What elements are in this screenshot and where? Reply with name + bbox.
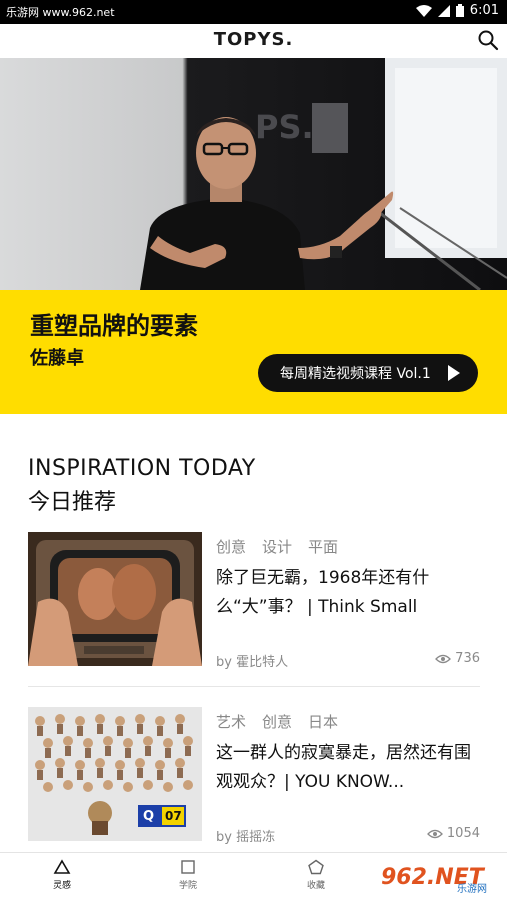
- watermark-logo: 962.NET 乐游网: [375, 860, 501, 895]
- banner-speaker: 佐藤卓: [30, 348, 84, 369]
- app-header: TOPYS.: [0, 24, 507, 58]
- square-icon: [181, 860, 195, 874]
- status-bar: 乐游网 www.962.net 6:01: [0, 0, 507, 24]
- article-tags: 艺术 创意 日本: [216, 711, 338, 732]
- article-badge-number: 07: [165, 809, 182, 823]
- nav-item-academy[interactable]: 学院: [158, 859, 218, 891]
- article-title[interactable]: 这一群人的寂寞暴走，居然还有围观观众？| YOU KNOW...: [216, 739, 478, 797]
- section-title-en: INSPIRATION TODAY: [28, 456, 256, 481]
- featured-banner[interactable]: PS. 重塑品牌的要素 佐藤卓 每周精选视频课程 Vol.1: [0, 58, 507, 414]
- status-icons: 6:01: [415, 3, 499, 18]
- article-tag[interactable]: 日本: [308, 711, 338, 732]
- nav-item-inspiration[interactable]: 灵感: [32, 859, 92, 891]
- weekly-course-label: 每周精选视频课程 Vol.1: [280, 366, 431, 382]
- search-icon[interactable]: [477, 29, 499, 51]
- play-icon: [448, 365, 460, 381]
- wifi-icon: [415, 4, 432, 17]
- article-views: 1054: [426, 826, 480, 841]
- article-views: 736: [435, 651, 480, 666]
- article-tag[interactable]: 艺术: [216, 711, 246, 732]
- status-time: 6:01: [469, 3, 499, 18]
- battery-icon: [455, 4, 464, 17]
- status-watermark: 乐游网 www.962.net: [6, 6, 115, 19]
- weekly-course-button[interactable]: 每周精选视频课程 Vol.1: [258, 354, 478, 392]
- article-card[interactable]: Q 07 艺术 创意 日本 这一群人的寂寞暴走，居然还有围观观众？| YOU K…: [28, 707, 480, 847]
- pentagon-icon: [308, 859, 324, 875]
- article-tag[interactable]: 设计: [262, 536, 292, 557]
- nav-label: 学院: [178, 881, 197, 891]
- signal-icon: [437, 4, 450, 17]
- article-badge-letter: Q: [143, 809, 155, 824]
- article-tag[interactable]: 平面: [308, 536, 338, 557]
- article-thumbnail: [28, 532, 202, 666]
- article-card[interactable]: 创意 设计 平面 除了巨无霸，1968年还有什么“大”事？ | Think Sm…: [28, 532, 480, 672]
- article-view-count: 1054: [446, 826, 480, 841]
- eye-icon: [426, 829, 443, 838]
- article-author[interactable]: by 霍比特人: [216, 651, 288, 670]
- nav-label: 收藏: [306, 881, 325, 891]
- nav-item-favorites[interactable]: 收藏: [286, 859, 346, 891]
- nav-label: 灵感: [52, 881, 71, 891]
- svg-text:PS.: PS.: [255, 108, 314, 146]
- article-title[interactable]: 除了巨无霸，1968年还有什么“大”事？ | Think Small: [216, 564, 478, 622]
- article-divider: [28, 686, 480, 687]
- article-view-count: 736: [455, 651, 480, 666]
- article-tags: 创意 设计 平面: [216, 536, 338, 557]
- eye-icon: [435, 654, 452, 663]
- section-title-cn: 今日推荐: [28, 490, 117, 515]
- triangle-icon: [53, 859, 71, 874]
- site-watermark: 962.NET 乐游网: [373, 856, 503, 896]
- article-tag[interactable]: 创意: [216, 536, 246, 557]
- banner-speaker-photo: PS.: [0, 58, 507, 290]
- app-logo: TOPYS.: [213, 29, 294, 50]
- article-author[interactable]: by 摇摇冻: [216, 826, 275, 845]
- watermark-subtext: 乐游网: [457, 882, 487, 895]
- article-tag[interactable]: 创意: [262, 711, 292, 732]
- banner-title: 重塑品牌的要素: [30, 312, 198, 340]
